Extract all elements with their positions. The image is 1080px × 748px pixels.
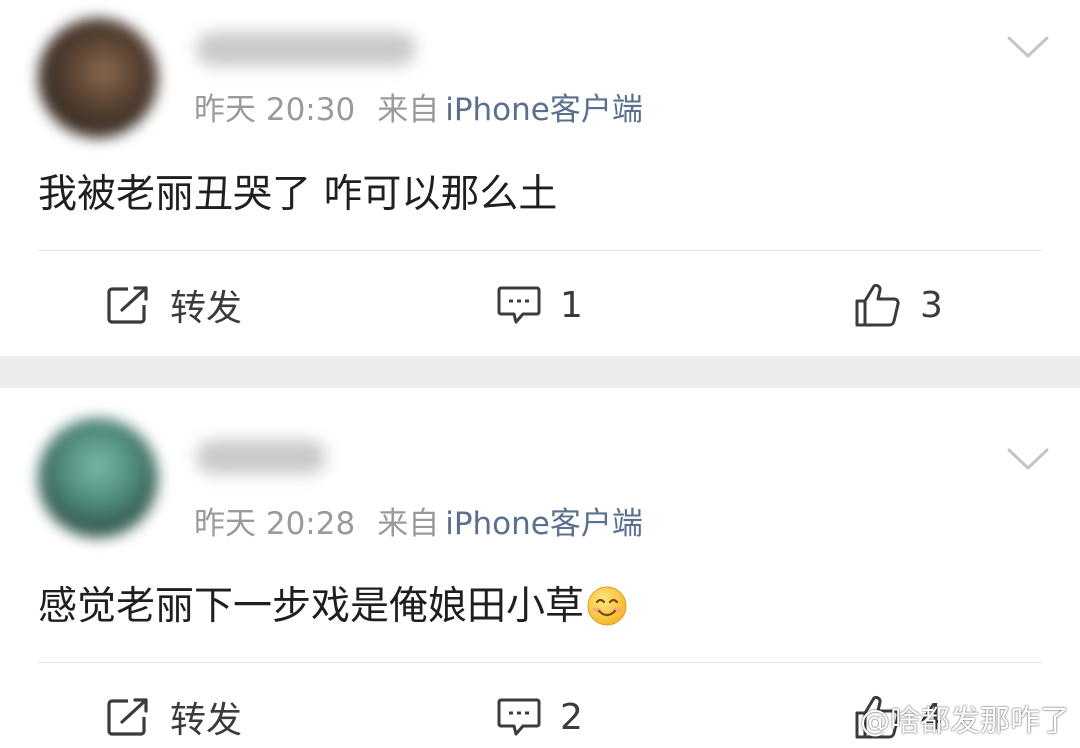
comment-text-body: 感觉老丽下一步戏是俺娘田小草: [38, 584, 585, 629]
repost-label: 转发: [170, 288, 243, 329]
comment-text-body: 我被老丽丑哭了 咋可以那么土: [38, 172, 558, 217]
post-time: 昨天 20:28: [194, 506, 356, 542]
comment-count: 2: [560, 696, 583, 738]
repost-label: 转发: [170, 700, 243, 741]
smiling-face-emoji-icon: [586, 585, 628, 627]
client-link[interactable]: iPhone客户端: [445, 506, 643, 542]
comment-card: 昨天 20:28 来自 iPhone客户端 感觉老丽下一步戏是俺娘田小草 转发 …: [0, 388, 1080, 748]
client-link[interactable]: iPhone客户端: [445, 92, 643, 128]
comment-icon: [496, 696, 542, 738]
divider: [38, 250, 1042, 251]
comment-button[interactable]: 1: [496, 282, 583, 328]
post-meta: 昨天 20:28 来自 iPhone客户端: [194, 504, 643, 544]
source-label: 来自: [377, 92, 440, 128]
like-button[interactable]: 3: [854, 282, 943, 328]
repost-icon: [106, 285, 152, 325]
thumbs-up-icon: [854, 282, 902, 328]
avatar[interactable]: [38, 18, 158, 138]
post-meta: 昨天 20:30 来自 iPhone客户端: [194, 90, 643, 130]
username-blurred[interactable]: [196, 32, 416, 66]
comment-icon: [496, 284, 542, 326]
repost-button[interactable]: 转发: [106, 694, 243, 741]
avatar[interactable]: [38, 418, 158, 538]
post-time: 昨天 20:30: [194, 92, 356, 128]
comment-text: 我被老丽丑哭了 咋可以那么土: [38, 170, 557, 220]
divider: [38, 662, 1042, 663]
chevron-down-icon[interactable]: [1006, 34, 1050, 60]
username-blurred[interactable]: [196, 440, 326, 474]
repost-button[interactable]: 转发: [106, 282, 243, 329]
watermark: @啥都发那咋了: [860, 704, 1070, 739]
comment-count: 1: [560, 284, 583, 326]
source-label: 来自: [377, 506, 440, 542]
comment-card: 昨天 20:30 来自 iPhone客户端 我被老丽丑哭了 咋可以那么土 转发 1: [0, 0, 1080, 356]
repost-icon: [106, 697, 152, 737]
like-count: 3: [920, 284, 943, 326]
chevron-down-icon[interactable]: [1006, 446, 1050, 472]
comment-text: 感觉老丽下一步戏是俺娘田小草: [38, 582, 628, 632]
comment-button[interactable]: 2: [496, 694, 583, 740]
